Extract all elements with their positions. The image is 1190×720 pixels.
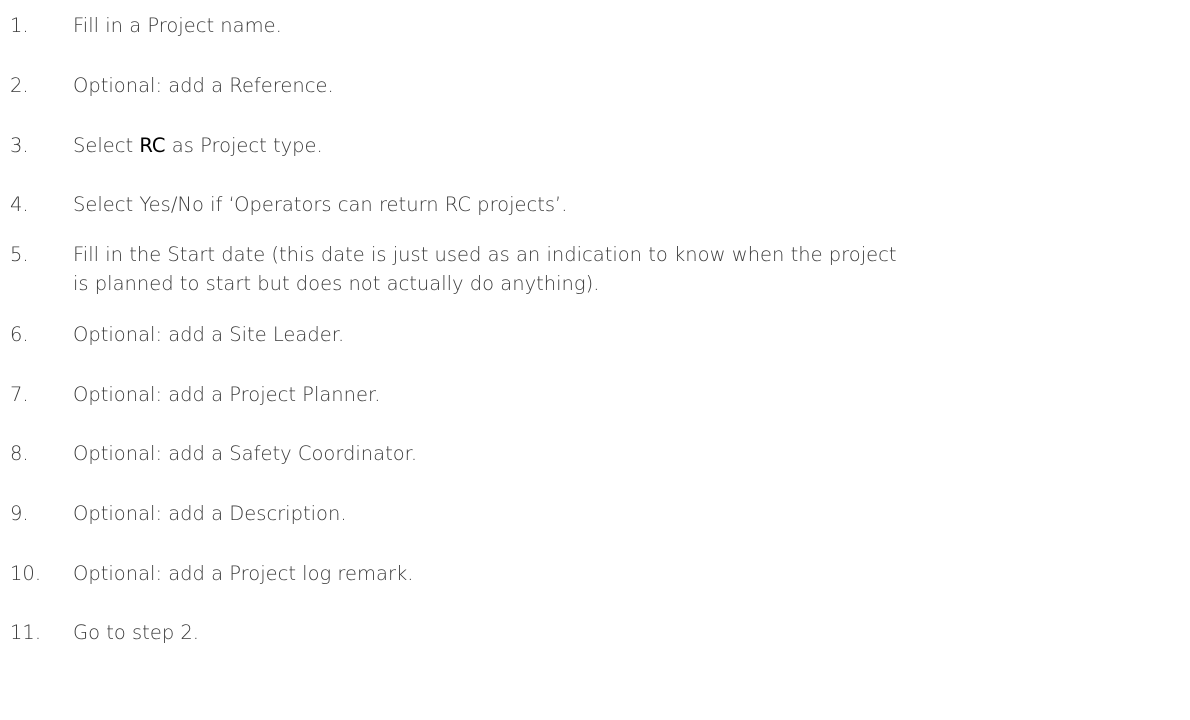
step-text-line: Go to step 2. xyxy=(73,621,199,644)
step-text-line: Optional: add a Safety Coordinator. xyxy=(73,442,418,465)
step-text: Optional: add a Description. xyxy=(73,499,1190,528)
step-number: 1. xyxy=(10,14,29,37)
step-text: Optional: add a Safety Coordinator. xyxy=(73,439,1190,468)
step-text-line: Fill in the Start date (this date is jus… xyxy=(73,243,897,266)
step-number: 5. xyxy=(10,243,29,266)
step-number: 11. xyxy=(10,621,42,644)
step-text: Go to step 2. xyxy=(73,618,1190,647)
step-text-line: Optional: add a Project log remark. xyxy=(73,562,414,585)
step-text: Optional: add a Site Leader. xyxy=(73,320,1190,349)
step-text: Fill in a Project name. xyxy=(73,11,1190,40)
step-text-line: is planned to start but does not actuall… xyxy=(73,272,600,295)
step-text: Optional: add a Project log remark. xyxy=(73,559,1190,588)
step-number: 10. xyxy=(10,562,42,585)
project-type-rc-highlight: RC xyxy=(139,134,166,157)
step-text: Select RC as Project type. xyxy=(73,131,1190,160)
step-number: 8. xyxy=(10,442,29,465)
step-text: Select Yes/No if ‘Operators can return R… xyxy=(73,190,1190,219)
step-number: 2. xyxy=(10,74,29,97)
step-number: 3. xyxy=(10,134,29,157)
step-number: 9. xyxy=(10,502,29,525)
step-text-line: Select Yes/No if ‘Operators can return R… xyxy=(73,193,568,216)
step-text-line: Optional: add a Project Planner. xyxy=(73,383,381,406)
step-text-line: Optional: add a Description. xyxy=(73,502,347,525)
step-text-line: Fill in a Project name. xyxy=(73,14,282,37)
step-text: Fill in the Start date (this date is jus… xyxy=(73,240,1190,298)
step-text-line: Optional: add a Reference. xyxy=(73,74,334,97)
step-number: 4. xyxy=(10,193,29,216)
step-number: 6. xyxy=(10,323,29,346)
step-text-line: Optional: add a Site Leader. xyxy=(73,323,345,346)
step-text-suffix: as Project type. xyxy=(165,134,323,157)
step-text-prefix: Select xyxy=(73,134,140,157)
step-number: 7. xyxy=(10,383,29,406)
step-text: Optional: add a Project Planner. xyxy=(73,380,1190,409)
step-text: Optional: add a Reference. xyxy=(73,71,1190,100)
